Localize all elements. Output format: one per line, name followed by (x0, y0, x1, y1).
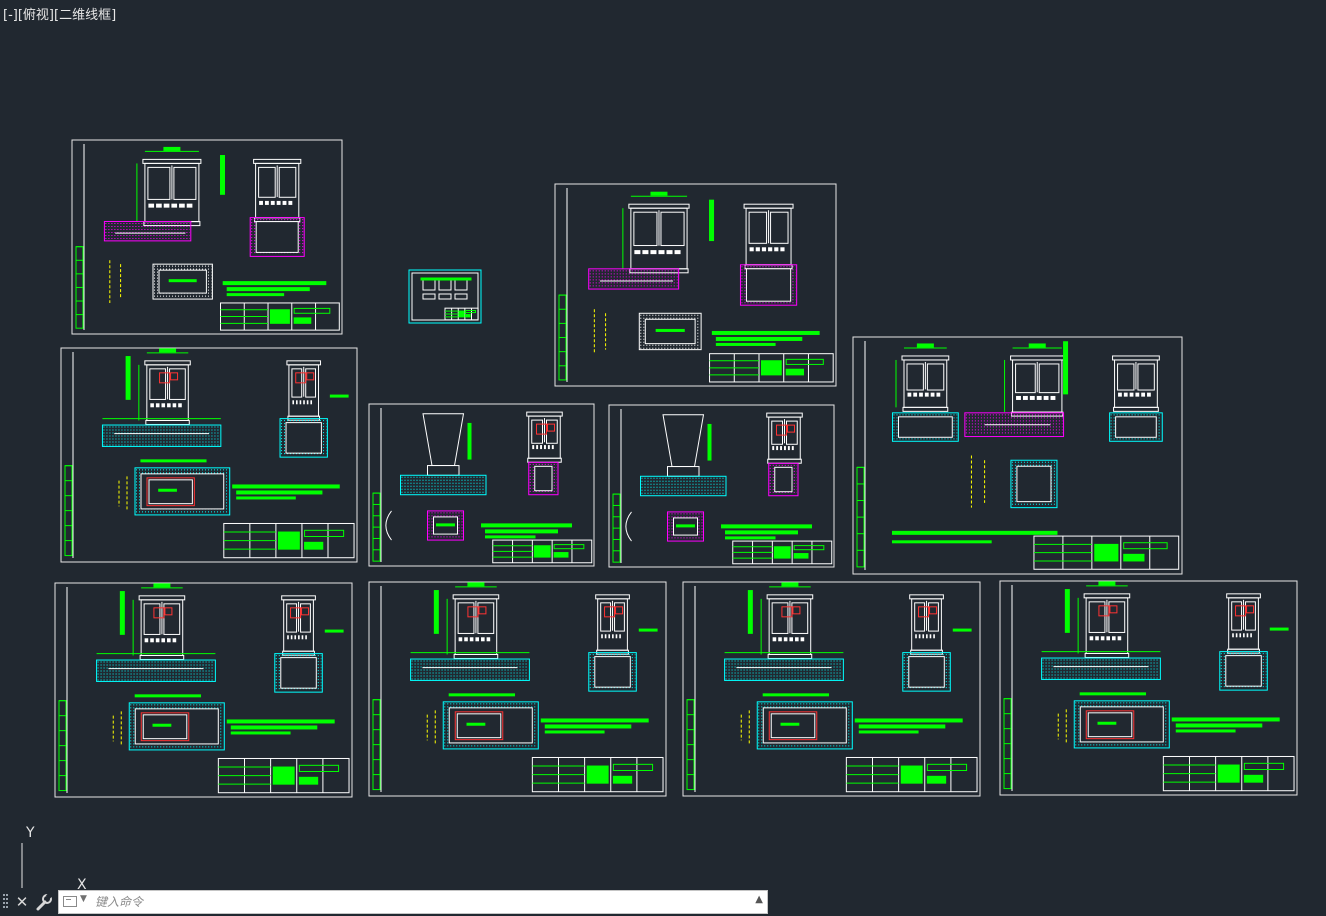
command-line: ✕ ▼ ▲ (0, 888, 770, 916)
command-prompt-icon[interactable] (63, 896, 77, 907)
drawing-sheet[interactable] (999, 580, 1298, 796)
drawing-sheet[interactable] (408, 269, 482, 324)
close-icon[interactable]: ✕ (14, 892, 30, 912)
ucs-icon: Y X (21, 825, 87, 893)
ucs-y-label: Y (25, 825, 35, 841)
drawing-sheet[interactable] (368, 403, 595, 567)
chevron-down-icon[interactable]: ▼ (80, 894, 87, 904)
drawing-sheet[interactable] (852, 336, 1183, 575)
wrench-icon[interactable] (35, 891, 54, 912)
drawing-sheet[interactable] (368, 581, 667, 797)
command-input[interactable] (95, 892, 715, 912)
command-history-button[interactable]: ▲ (755, 894, 763, 905)
grip-handle[interactable] (3, 894, 9, 910)
command-input-box: ▼ ▲ (58, 890, 768, 914)
model-space-canvas[interactable] (0, 0, 1326, 916)
drawing-sheet[interactable] (608, 404, 835, 568)
drawing-sheet[interactable] (682, 581, 981, 797)
drawing-sheet[interactable] (554, 183, 837, 387)
